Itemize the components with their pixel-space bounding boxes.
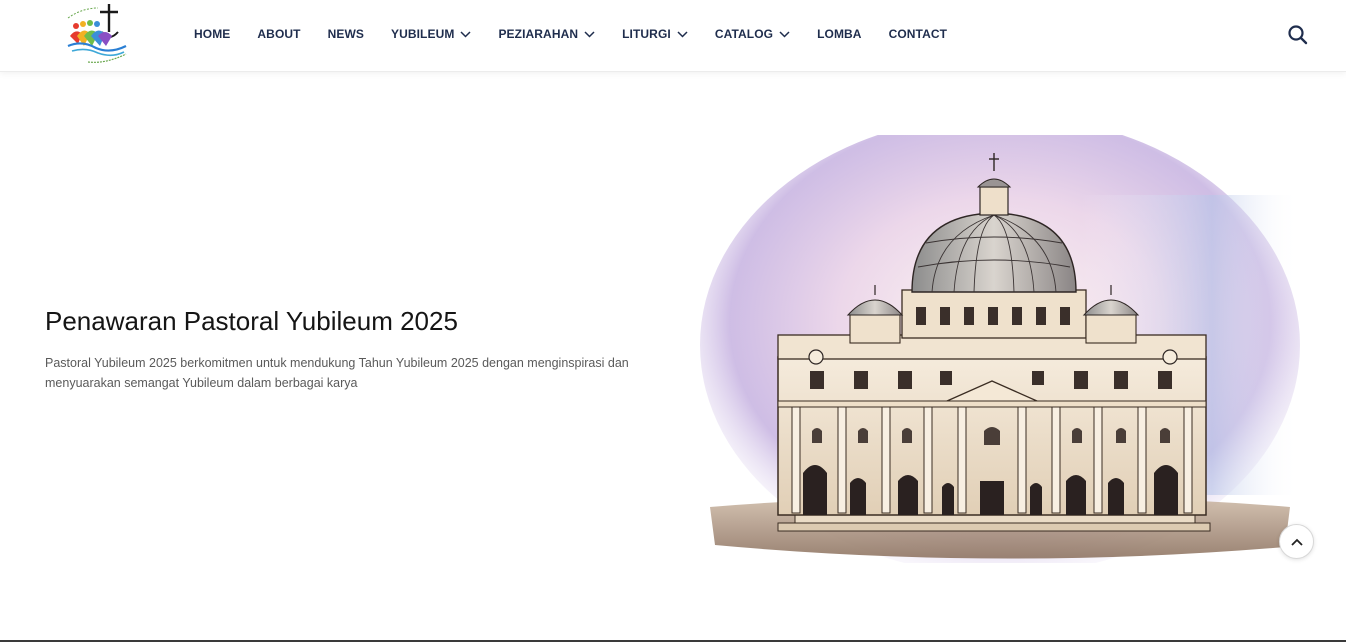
chevron-down-icon xyxy=(779,31,790,38)
nav-about[interactable]: ABOUT xyxy=(257,27,300,41)
nav-peziarahan-label: PEZIARAHAN xyxy=(498,27,579,41)
nav-yubileum[interactable]: YUBILEUM xyxy=(391,27,471,41)
nav-liturgi[interactable]: LITURGI xyxy=(622,27,688,41)
jubilee-logo-icon[interactable] xyxy=(62,2,134,68)
hero-description: Pastoral Yubileum 2025 berkomitmen untuk… xyxy=(45,356,629,390)
nav-catalog[interactable]: CATALOG xyxy=(715,27,790,41)
hero-title: Penawaran Pastoral Yubileum 2025 xyxy=(45,306,458,336)
chevron-up-icon xyxy=(1290,538,1303,546)
basilica-illustration xyxy=(700,135,1300,563)
search-icon[interactable] xyxy=(1287,24,1309,46)
scroll-to-top-button[interactable] xyxy=(1279,524,1314,559)
nav-catalog-label: CATALOG xyxy=(714,27,774,41)
nav-lomba[interactable]: LOMBA xyxy=(817,27,862,41)
nav-home-label: HOME xyxy=(194,27,231,41)
nav-peziarahan[interactable]: PEZIARAHAN xyxy=(498,27,595,41)
site-header: HOME ABOUT NEWS YUBILEUM PEZIARAHAN LITU… xyxy=(0,0,1346,72)
main-nav: HOME ABOUT NEWS YUBILEUM PEZIARAHAN LITU… xyxy=(194,0,974,68)
nav-liturgi-label: LITURGI xyxy=(622,27,671,41)
nav-news-label: NEWS xyxy=(327,27,364,41)
chevron-down-icon xyxy=(677,31,688,38)
nav-about-label: ABOUT xyxy=(257,27,301,41)
nav-home[interactable]: HOME xyxy=(194,27,230,41)
nav-news[interactable]: NEWS xyxy=(328,27,364,41)
nav-yubileum-label: YUBILEUM xyxy=(390,27,455,41)
chevron-down-icon xyxy=(460,31,471,38)
chevron-down-icon xyxy=(584,31,595,38)
nav-contact[interactable]: CONTACT xyxy=(889,27,947,41)
nav-lomba-label: LOMBA xyxy=(817,27,862,41)
nav-contact-label: CONTACT xyxy=(888,27,948,41)
